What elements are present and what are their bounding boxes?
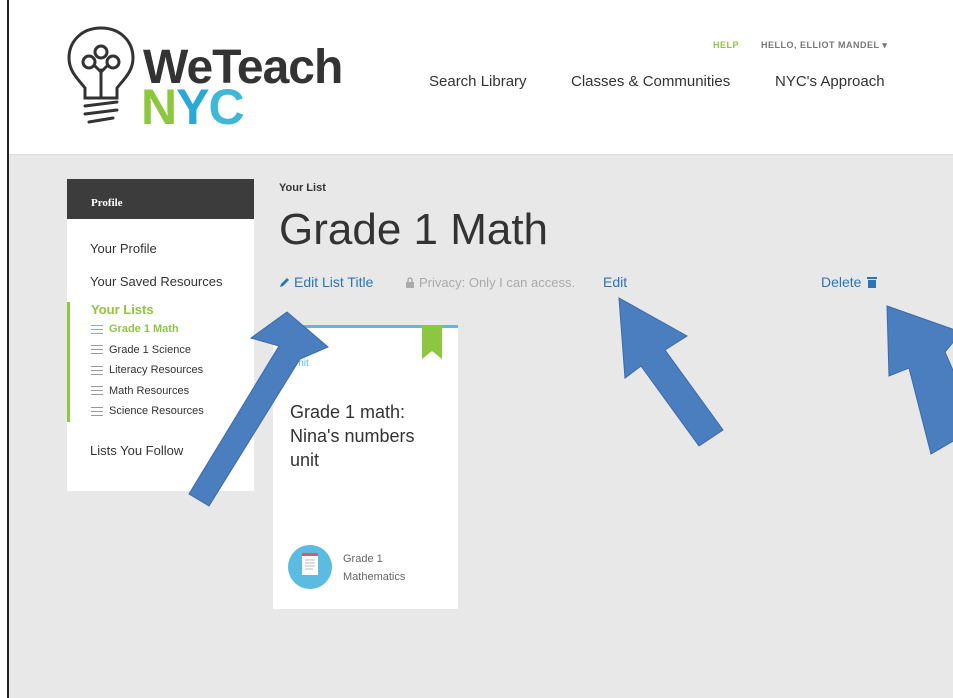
bulb-logo-icon xyxy=(67,26,135,124)
delete-label: Delete xyxy=(821,274,862,290)
help-link[interactable]: HELP xyxy=(713,40,739,50)
privacy-label: Privacy: Only I can access. xyxy=(419,275,576,290)
card-meta: Grade 1 Mathematics xyxy=(343,550,405,586)
document-icon xyxy=(288,545,332,589)
edit-privacy-link[interactable]: Edit xyxy=(603,274,627,290)
card-grade: Grade 1 xyxy=(343,553,383,565)
edit-list-title-label: Edit List Title xyxy=(294,274,374,290)
nav-nyc-approach[interactable]: NYC's Approach xyxy=(775,73,885,90)
profile-sidebar: Profile Your Profile Your Saved Resource… xyxy=(67,179,254,491)
resource-card[interactable]: Unit Grade 1 math: Nina's numbers unit G… xyxy=(273,325,458,609)
list-icon xyxy=(91,365,103,375)
list-label: Math Resources xyxy=(109,384,190,397)
sidebar-item-your-profile[interactable]: Your Profile xyxy=(90,241,157,256)
site-header: WeTeach NYC HELP HELLO, ELLIOT MANDEL ▾ … xyxy=(9,0,953,155)
sidebar-your-lists: Your Lists Grade 1 Math Grade 1 Science … xyxy=(67,302,254,422)
list-label: Science Resources xyxy=(109,405,204,418)
nav-search-library[interactable]: Search Library xyxy=(429,73,527,90)
card-subject: Mathematics xyxy=(343,571,406,583)
lock-icon xyxy=(406,277,414,288)
sidebar-item-saved-resources[interactable]: Your Saved Resources xyxy=(90,274,223,289)
sidebar-item-your-lists[interactable]: Your Lists xyxy=(91,302,254,317)
card-type-label: Unit xyxy=(291,358,309,369)
nav-classes-communities[interactable]: Classes & Communities xyxy=(571,73,730,90)
trash-icon xyxy=(867,277,878,288)
list-icon xyxy=(91,406,103,416)
logo-n: N xyxy=(141,79,177,135)
sidebar-list-grade-1-science[interactable]: Grade 1 Science xyxy=(91,340,254,361)
page-title: Grade 1 Math xyxy=(279,205,549,254)
sidebar-list-science-resources[interactable]: Science Resources xyxy=(91,401,254,422)
list-eyebrow: Your List xyxy=(279,182,326,194)
logo-y: Y xyxy=(176,79,209,135)
bookmark-icon[interactable] xyxy=(422,325,442,359)
annotation-arrow-icon xyxy=(618,297,724,447)
edit-list-title-link[interactable]: Edit List Title xyxy=(279,274,373,290)
annotation-arrow-icon xyxy=(886,305,953,455)
list-label: Grade 1 Science xyxy=(109,343,191,356)
logo-c: C xyxy=(208,79,244,135)
card-title[interactable]: Grade 1 math: Nina's numbers unit xyxy=(290,400,440,472)
pencil-icon xyxy=(280,278,289,287)
sidebar-list-math-resources[interactable]: Math Resources xyxy=(91,381,254,402)
weteach-nyc-logo[interactable]: WeTeach NYC xyxy=(61,22,343,135)
list-icon xyxy=(91,386,103,396)
list-icon xyxy=(91,324,103,334)
list-label: Grade 1 Math xyxy=(109,323,179,336)
sidebar-item-lists-you-follow[interactable]: Lists You Follow xyxy=(90,443,183,458)
user-menu[interactable]: HELLO, ELLIOT MANDEL ▾ xyxy=(761,40,887,51)
sidebar-list-grade-1-math[interactable]: Grade 1 Math xyxy=(91,319,254,340)
privacy-status: Privacy: Only I can access. xyxy=(405,275,575,290)
app-frame: WeTeach NYC HELP HELLO, ELLIOT MANDEL ▾ … xyxy=(7,0,953,698)
sidebar-heading: Profile xyxy=(67,179,254,219)
delete-list-button[interactable]: Delete xyxy=(821,274,878,290)
list-icon xyxy=(91,345,103,355)
sidebar-list-literacy-resources[interactable]: Literacy Resources xyxy=(91,360,254,381)
logo-nyc-text: NYC xyxy=(141,79,245,135)
list-label: Literacy Resources xyxy=(109,364,204,377)
